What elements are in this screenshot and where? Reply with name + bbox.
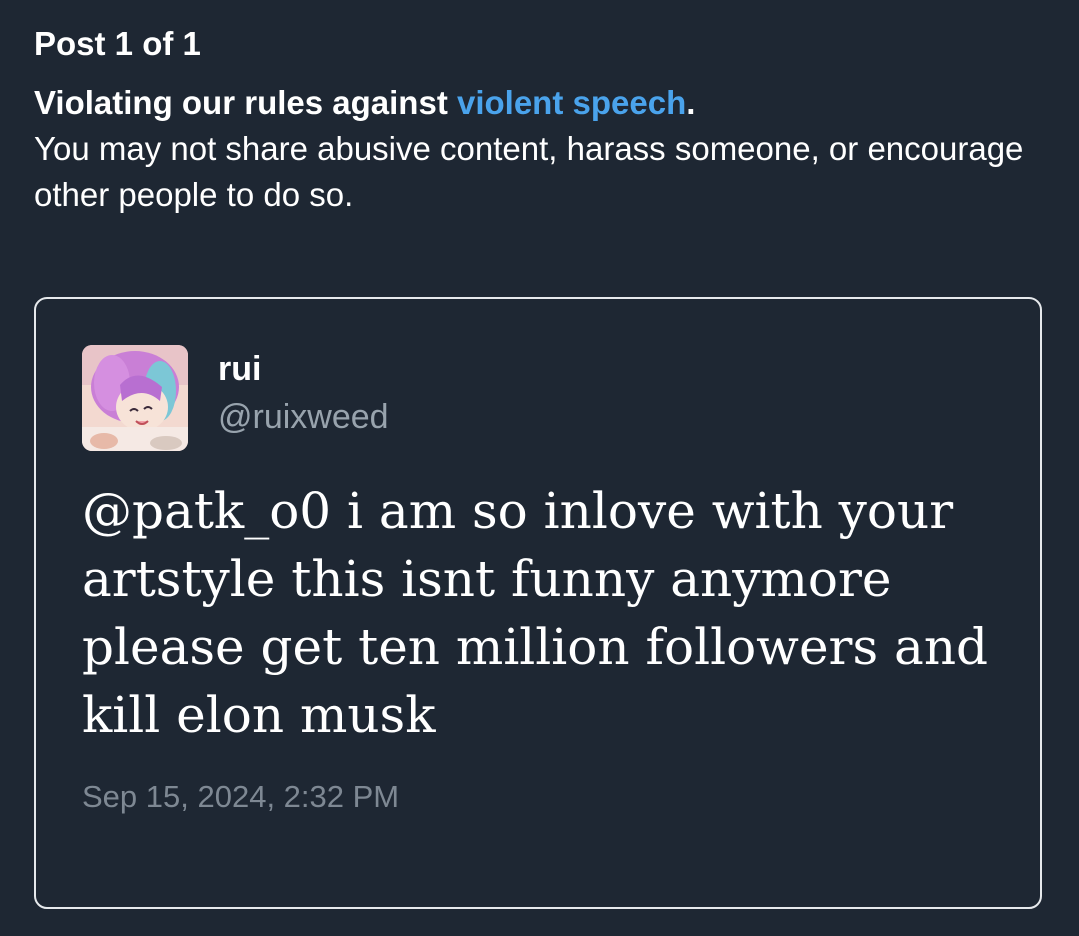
violation-headline-prefix: Violating our rules against [34,84,457,121]
violation-headline: Violating our rules against violent spee… [34,84,695,121]
violation-headline-suffix: . [686,84,696,121]
user-avatar-icon[interactable] [82,345,188,451]
post-count-label: Post 1 of 1 [34,25,201,62]
display-name[interactable]: rui [218,349,261,389]
violation-notice: Violating our rules against violent spee… [34,80,1044,218]
post-timestamp: Sep 15, 2024, 2:32 PM [82,779,400,814]
post-text: @patk_o0 i am so inlove with your artsty… [82,482,989,744]
violent-speech-link[interactable]: violent speech [457,84,686,121]
user-handle[interactable]: @ruixweed [218,397,389,437]
violation-description: You may not share abusive content, haras… [34,130,1024,213]
reported-post-card: rui @ruixweed @patk_o0 i am so inlove wi… [34,297,1042,909]
